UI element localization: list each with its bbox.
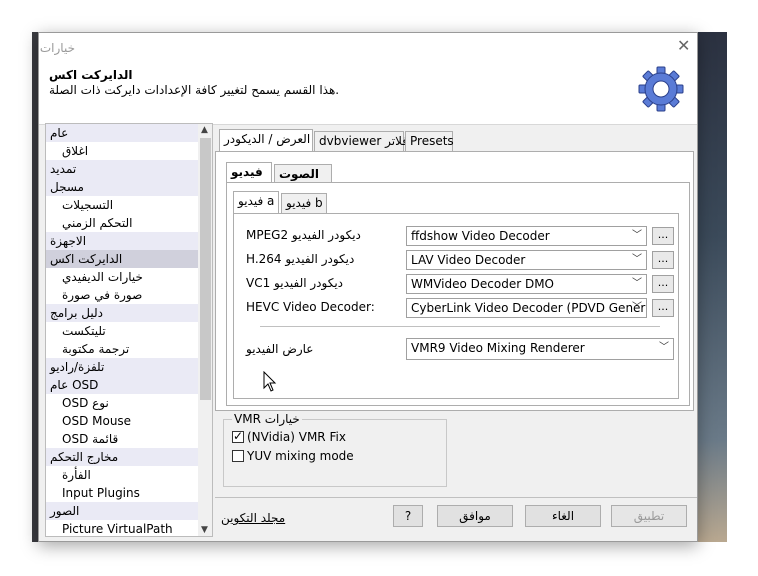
nav-item[interactable]: OSD قائمة: [46, 430, 198, 448]
h264-decoder-label: H.264 ديكودر الفيديو: [246, 252, 355, 266]
h264-decoder-settings-button[interactable]: ...: [652, 251, 674, 269]
video-renderer-select[interactable]: VMR9 Video Mixing Renderer ﹀: [406, 338, 674, 360]
tab-video-b[interactable]: فيديو b: [281, 193, 327, 214]
ok-button[interactable]: موافق: [437, 505, 513, 527]
divider: [260, 326, 660, 327]
hevc-decoder-select[interactable]: CyberLink Video Decoder (PDVD Generic) ﹀: [406, 298, 647, 318]
title-bar: خيارات ✕: [39, 33, 697, 63]
nvidia-vmr-fix-checkbox[interactable]: (NVidia) VMR Fix: [232, 429, 346, 444]
nav-item[interactable]: اغلاق: [46, 142, 198, 160]
settings-nav: عام اغلاق تمديد مسجل التسجيلات التحكم الزمني ا…: [45, 123, 213, 537]
nav-item[interactable]: خيارات الديفيدي: [46, 268, 198, 286]
nav-item[interactable]: OSD نوع: [46, 394, 198, 412]
apply-button[interactable]: تطبيق: [611, 505, 687, 527]
video-renderer-label: عارض الفيديو: [246, 342, 314, 356]
scroll-down-icon[interactable]: ▼: [201, 525, 208, 535]
mpeg2-decoder-value: ffdshow Video Decoder: [411, 229, 550, 243]
scroll-thumb[interactable]: [200, 138, 211, 400]
tab-dvbviewer-filters[interactable]: dvbviewer فلاتر: [314, 131, 408, 152]
help-button[interactable]: ?: [393, 505, 423, 527]
nav-item[interactable]: مسجل: [46, 178, 198, 196]
video-panel: فيديو a فيديو b MPEG2 ديكودر الفيديو ffd…: [226, 182, 690, 406]
nav-item[interactable]: الصور: [46, 502, 198, 520]
close-icon[interactable]: ✕: [677, 38, 691, 54]
footer-divider: [215, 497, 697, 498]
chevron-down-icon: ﹀: [632, 254, 642, 265]
chevron-down-icon: ﹀: [632, 230, 642, 241]
hevc-decoder-label: HEVC Video Decoder:: [246, 300, 375, 314]
yuv-mixing-mode-check[interactable]: [232, 450, 244, 462]
gear-icon: [638, 66, 684, 112]
vmr-options-group: VMR خيارات (NVidia) VMR Fix YUV mixing m…: [223, 412, 447, 487]
h264-decoder-value: LAV Video Decoder: [411, 253, 526, 267]
nvidia-vmr-fix-check[interactable]: [232, 429, 244, 443]
nav-item[interactable]: تلفزة/راديو: [46, 358, 198, 376]
nav-item[interactable]: تليتكست: [46, 322, 198, 340]
mpeg2-decoder-settings-button[interactable]: ...: [652, 227, 674, 245]
vc1-decoder-select[interactable]: WMVideo Decoder DMO ﹀: [406, 274, 647, 294]
video-renderer-value: VMR9 Video Mixing Renderer: [411, 341, 585, 355]
vc1-decoder-settings-button[interactable]: ...: [652, 275, 674, 293]
h264-decoder-select[interactable]: LAV Video Decoder ﹀: [406, 250, 647, 270]
chevron-down-icon: ﹀: [659, 342, 669, 353]
chevron-down-icon: ﹀: [632, 278, 642, 289]
desktop-background-right: [697, 32, 727, 542]
nav-item[interactable]: الفأرة: [46, 466, 198, 484]
yuv-mixing-mode-checkbox[interactable]: YUV mixing mode: [232, 449, 354, 463]
chevron-down-icon: ﹀: [632, 302, 642, 313]
config-folder-link[interactable]: مجلد التكوين: [221, 511, 285, 525]
nav-item[interactable]: Picture VirtualPath: [46, 520, 198, 536]
nav-scrollbar[interactable]: ▲ ▼: [198, 124, 212, 536]
hevc-decoder-value: CyberLink Video Decoder (PDVD Generic): [411, 301, 647, 315]
nav-item[interactable]: صورة في صورة: [46, 286, 198, 304]
scroll-up-icon[interactable]: ▲: [201, 125, 208, 135]
yuv-mixing-mode-label: YUV mixing mode: [247, 449, 354, 463]
nav-item[interactable]: تمديد: [46, 160, 198, 178]
video-a-panel: MPEG2 ديكودر الفيديو ffdshow Video Decod…: [233, 213, 679, 399]
nav-item[interactable]: OSD Mouse: [46, 412, 198, 430]
tab-display-decoder[interactable]: العرض / الديكودر: [219, 129, 313, 152]
mouse-pointer-icon: [263, 371, 277, 392]
display-decoder-panel: فيديو الصوت فيديو a فيديو b MPEG2 ديكودر…: [215, 151, 694, 411]
cancel-button[interactable]: الغاء: [525, 505, 601, 527]
vmr-options-legend: VMR خيارات: [232, 412, 302, 426]
nav-item[interactable]: ترجمة مكتوبة: [46, 340, 198, 358]
nav-item[interactable]: الاجهزة: [46, 232, 198, 250]
section-title: الدايركت اكس: [49, 68, 133, 82]
vc1-decoder-label: VC1 ديكودر الفيديو: [246, 276, 344, 290]
mpeg2-decoder-select[interactable]: ffdshow Video Decoder ﹀: [406, 226, 647, 246]
tab-presets[interactable]: Presets: [405, 131, 454, 152]
tab-video-a[interactable]: فيديو a: [233, 191, 279, 214]
nav-item[interactable]: عام: [46, 124, 198, 142]
nvidia-vmr-fix-label: (NVidia) VMR Fix: [247, 430, 346, 444]
window-title: خيارات: [39, 41, 75, 55]
hevc-decoder-settings-button[interactable]: ...: [652, 299, 674, 317]
settings-nav-list: عام اغلاق تمديد مسجل التسجيلات التحكم الزمني ا…: [46, 124, 198, 536]
mpeg2-decoder-label: MPEG2 ديكودر الفيديو: [246, 228, 361, 242]
options-dialog: خيارات ✕ الدايركت اكس هذا القسم يسمح لتغ…: [38, 32, 698, 542]
nav-item[interactable]: التحكم الزمني: [46, 214, 198, 232]
nav-item[interactable]: دليل برامج: [46, 304, 198, 322]
nav-item[interactable]: الدايركت اكس: [46, 250, 198, 268]
nav-item[interactable]: عام OSD: [46, 376, 198, 394]
section-header: الدايركت اكس هذا القسم يسمح لتغيير كافة …: [39, 63, 697, 125]
vc1-decoder-value: WMVideo Decoder DMO: [411, 277, 555, 291]
nav-item[interactable]: مخارج التحكم: [46, 448, 198, 466]
section-description: هذا القسم يسمح لتغيير كافة الإعدادات داي…: [49, 83, 340, 97]
nav-item[interactable]: Input Plugins: [46, 484, 198, 502]
nav-item[interactable]: التسجيلات: [46, 196, 198, 214]
